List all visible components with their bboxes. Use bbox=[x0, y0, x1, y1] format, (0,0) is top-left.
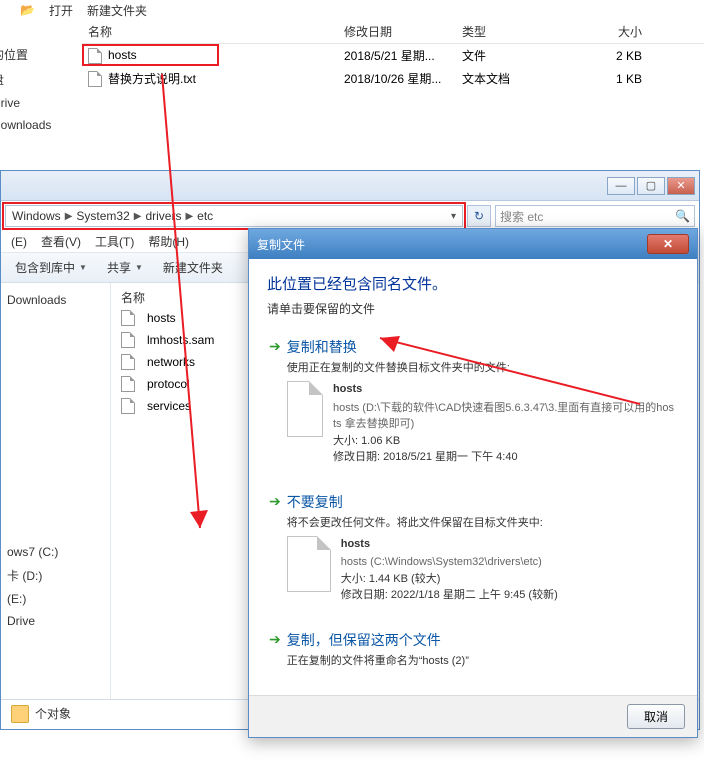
arrow-right-icon: ➔ bbox=[269, 631, 281, 668]
file-meta: hosts hosts (D:\下载的软件\CAD快速看图5.6.3.47\3.… bbox=[333, 381, 677, 466]
minimize-button[interactable]: — bbox=[607, 177, 635, 195]
address-bar: Windows▶ System32▶ drivers▶ etc ▾ ↻ 搜索 e… bbox=[1, 201, 699, 231]
window-titlebar[interactable]: — ▢ ✕ bbox=[1, 171, 699, 201]
dialog-subheading: 请单击要保留的文件 bbox=[267, 300, 679, 317]
annotation-red-box bbox=[82, 44, 219, 66]
file-date: 2018/5/21 星期... bbox=[338, 47, 456, 64]
nav-item[interactable]: 卡 (D:) bbox=[3, 563, 108, 588]
option-title: 复制和替换 bbox=[287, 337, 677, 357]
crumb[interactable]: etc bbox=[195, 209, 215, 223]
crumb[interactable]: System32 bbox=[74, 209, 131, 223]
file-icon bbox=[121, 354, 135, 370]
file-type: 文本文档 bbox=[456, 70, 566, 87]
file-meta: hosts hosts (C:\Windows\System32\drivers… bbox=[341, 536, 558, 604]
copy-file-dialog: 复制文件 ✕ 此位置已经包含同名文件。 请单击要保留的文件 ➔ 复制和替换 使用… bbox=[248, 228, 698, 738]
option-title: 复制，但保留这两个文件 bbox=[287, 630, 677, 650]
file-size: 1 KB bbox=[566, 72, 648, 86]
arrow-right-icon: ➔ bbox=[269, 338, 281, 466]
file-icon bbox=[121, 310, 135, 326]
new-folder-button[interactable]: 新建文件夹 bbox=[155, 256, 231, 279]
nav-item[interactable]: Drive bbox=[0, 92, 74, 114]
dialog-title-text: 复制文件 bbox=[257, 236, 305, 253]
nav-item[interactable]: Downloads bbox=[0, 114, 74, 136]
file-type: 文件 bbox=[456, 47, 566, 64]
col-size[interactable]: 大小 bbox=[566, 23, 648, 40]
file-icon bbox=[121, 376, 135, 392]
close-button[interactable]: ✕ bbox=[647, 234, 689, 254]
search-icon: 🔍 bbox=[675, 209, 690, 223]
share-button[interactable]: 共享▼ bbox=[99, 256, 151, 279]
file-size: 2 KB bbox=[566, 49, 648, 63]
file-row-txt[interactable]: 替换方式说明.txt 2018/10/26 星期... 文本文档 1 KB bbox=[82, 67, 704, 90]
top-explorer-window: 📂 打开 新建文件夹 的位置 盘 Drive Downloads 名称 修改日期… bbox=[0, 0, 704, 170]
dialog-titlebar[interactable]: 复制文件 ✕ bbox=[249, 229, 697, 259]
option-copy-replace[interactable]: ➔ 复制和替换 使用正在复制的文件替换目标文件夹中的文件: hosts host… bbox=[267, 333, 679, 470]
menu-tools[interactable]: 工具(T) bbox=[95, 233, 134, 250]
arrow-right-icon: ➔ bbox=[269, 493, 281, 604]
menu-help[interactable]: 帮助(H) bbox=[148, 233, 189, 250]
status-text: 个对象 bbox=[35, 705, 71, 722]
file-list-header: 名称 修改日期 类型 大小 bbox=[82, 20, 704, 44]
menu-edit[interactable]: (E) bbox=[11, 235, 27, 249]
search-input[interactable]: 搜索 etc 🔍 bbox=[495, 205, 695, 227]
file-list: 名称 修改日期 类型 大小 hosts 2018/5/21 星期... 文件 2… bbox=[0, 20, 704, 90]
col-name[interactable]: 名称 bbox=[82, 23, 338, 40]
file-icon bbox=[287, 536, 331, 592]
close-button[interactable]: ✕ bbox=[667, 177, 695, 195]
nav-item[interactable]: ows7 (C:) bbox=[3, 541, 108, 563]
chevron-right-icon: ▶ bbox=[63, 211, 75, 222]
maximize-button[interactable]: ▢ bbox=[637, 177, 665, 195]
file-icon bbox=[287, 381, 323, 437]
new-folder-button[interactable]: 新建文件夹 bbox=[87, 2, 147, 19]
chevron-down-icon: ▼ bbox=[135, 263, 143, 272]
option-desc: 正在复制的文件将重命名为“hosts (2)” bbox=[287, 652, 677, 668]
open-button[interactable]: 打开 bbox=[49, 2, 73, 19]
chevron-down-icon[interactable]: ▾ bbox=[449, 211, 458, 222]
option-dont-copy[interactable]: ➔ 不要复制 将不会更改任何文件。将此文件保留在目标文件夹中: hosts ho… bbox=[267, 488, 679, 608]
menu-view[interactable]: 查看(V) bbox=[41, 233, 81, 250]
nav-item[interactable]: (E:) bbox=[3, 588, 108, 610]
crumb[interactable]: Windows bbox=[10, 209, 63, 223]
cancel-button[interactable]: 取消 bbox=[627, 704, 685, 729]
breadcrumb[interactable]: Windows▶ System32▶ drivers▶ etc ▾ bbox=[5, 205, 463, 227]
file-icon bbox=[88, 71, 102, 87]
left-nav: Downloads ows7 (C:) 卡 (D:) (E:) Drive bbox=[1, 283, 111, 699]
folder-icon bbox=[11, 705, 29, 723]
include-in-library-button[interactable]: 包含到库中▼ bbox=[7, 256, 95, 279]
open-folder-icon: 📂 bbox=[20, 3, 35, 17]
dialog-footer: 取消 bbox=[249, 695, 697, 737]
crumb[interactable]: drivers bbox=[143, 209, 183, 223]
chevron-right-icon: ▶ bbox=[132, 211, 144, 222]
nav-item[interactable]: Drive bbox=[3, 610, 108, 632]
option-desc: 将不会更改任何文件。将此文件保留在目标文件夹中: bbox=[287, 514, 677, 530]
col-date[interactable]: 修改日期 bbox=[338, 23, 456, 40]
file-name: 替换方式说明.txt bbox=[108, 72, 196, 86]
option-keep-both[interactable]: ➔ 复制，但保留这两个文件 正在复制的文件将重命名为“hosts (2)” bbox=[267, 626, 679, 672]
chevron-down-icon: ▼ bbox=[79, 263, 87, 272]
option-desc: 使用正在复制的文件替换目标文件夹中的文件: bbox=[287, 359, 677, 375]
top-toolbar: 📂 打开 新建文件夹 bbox=[0, 0, 704, 20]
col-type[interactable]: 类型 bbox=[456, 23, 566, 40]
file-icon bbox=[121, 398, 135, 414]
file-icon bbox=[121, 332, 135, 348]
chevron-right-icon: ▶ bbox=[183, 211, 195, 222]
nav-item[interactable]: Downloads bbox=[3, 289, 108, 311]
option-title: 不要复制 bbox=[287, 492, 677, 512]
refresh-button[interactable]: ↻ bbox=[467, 205, 491, 227]
file-date: 2018/10/26 星期... bbox=[338, 70, 456, 87]
search-placeholder: 搜索 etc bbox=[500, 208, 543, 225]
dialog-heading: 此位置已经包含同名文件。 bbox=[267, 273, 679, 294]
